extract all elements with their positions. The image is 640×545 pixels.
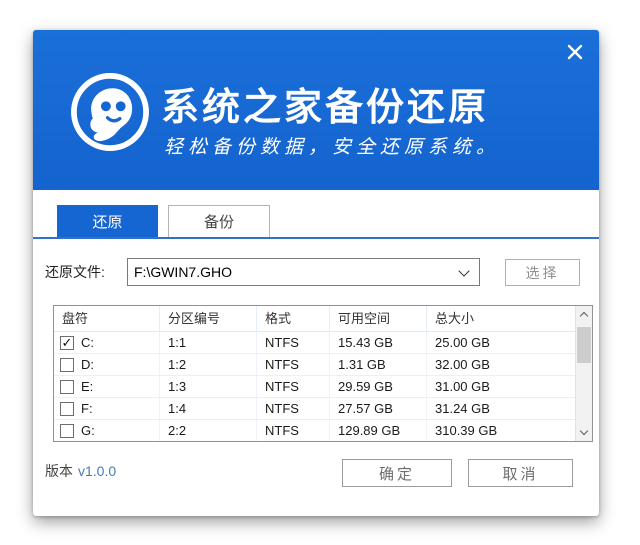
drive-cell: E: [54,376,160,397]
total-size-cell: 310.39 GB [427,420,555,441]
select-file-button[interactable]: 选择 [505,259,580,286]
tab-backup[interactable]: 备份 [168,205,270,237]
partition-table: 盘符 分区编号 格式 可用空间 总大小 ✓C:1:1NTFS15.43 GB25… [53,305,593,442]
drive-letter: F: [81,398,93,419]
format-cell: NTFS [257,398,330,419]
table-row[interactable]: D: 1:2NTFS1.31 GB32.00 GB [54,354,575,376]
table-row[interactable]: G: 2:2NTFS129.89 GB310.39 GB [54,420,575,441]
scroll-down-icon[interactable] [576,424,592,441]
app-title: 系统之家备份还原 [161,76,489,131]
ghost-logo-icon [69,71,151,153]
table-row[interactable]: F: 1:4NTFS27.57 GB31.24 GB [54,398,575,420]
format-cell: NTFS [257,376,330,397]
column-header-total: 总大小 [427,306,555,331]
table-row[interactable]: ✓ C: 1:1NTFS15.43 GB25.00 GB [54,332,575,354]
total-size-cell: 31.00 GB [427,376,555,397]
tab-restore[interactable]: 还原 [57,205,158,237]
format-cell: NTFS [257,420,330,441]
partition-id-cell: 1:4 [160,398,257,419]
drive-cell: F: [54,398,160,419]
drive-checkbox[interactable] [60,358,74,372]
total-size-cell: 32.00 GB [427,354,555,375]
format-cell: NTFS [257,354,330,375]
tab-accent-line [33,237,599,239]
drive-letter: E: [81,376,93,397]
drive-checkbox[interactable] [60,424,74,438]
chevron-down-icon [458,265,469,276]
scrollbar-thumb[interactable] [577,327,591,363]
version-label: 版本 [45,463,73,479]
restore-file-value: F:\GWIN7.GHO [134,259,232,285]
partition-id-cell: 2:2 [160,420,257,441]
drive-checkbox[interactable] [60,402,74,416]
drive-checkbox[interactable]: ✓ [60,336,74,350]
app-header: 系统之家备份还原 轻松备份数据，安全还原系统。 [33,30,599,190]
free-space-cell: 15.43 GB [330,332,427,353]
restore-file-label: 还原文件: [45,258,105,286]
partition-id-cell: 1:2 [160,354,257,375]
column-header-free: 可用空间 [330,306,427,331]
version-value: v1.0.0 [78,463,116,479]
app-subtitle: 轻松备份数据，安全还原系统。 [164,132,500,159]
free-space-cell: 129.89 GB [330,420,427,441]
column-header-drive: 盘符 [54,306,160,331]
partition-id-cell: 1:1 [160,332,257,353]
scroll-up-icon[interactable] [576,306,592,323]
free-space-cell: 27.57 GB [330,398,427,419]
free-space-cell: 29.59 GB [330,376,427,397]
close-icon[interactable] [562,39,588,65]
app-window: 系统之家备份还原 轻松备份数据，安全还原系统。 还原 备份 还原文件: F:\G… [33,30,599,516]
drive-letter: D: [81,354,94,375]
drive-checkbox[interactable] [60,380,74,394]
version-text: 版本 v1.0.0 [45,461,116,481]
drive-letter: G: [81,420,95,441]
drive-cell: ✓ C: [54,332,160,353]
free-space-cell: 1.31 GB [330,354,427,375]
ok-button[interactable]: 确定 [342,459,452,487]
partition-id-cell: 1:3 [160,376,257,397]
cancel-button[interactable]: 取消 [468,459,573,487]
total-size-cell: 25.00 GB [427,332,555,353]
total-size-cell: 31.24 GB [427,398,555,419]
table-row[interactable]: E: 1:3NTFS29.59 GB31.00 GB [54,376,575,398]
drive-cell: D: [54,354,160,375]
table-header-row: 盘符 分区编号 格式 可用空间 总大小 [54,306,575,332]
table-body: ✓C:1:1NTFS15.43 GB25.00 GBD:1:2NTFS1.31 … [54,332,575,441]
restore-file-combobox[interactable]: F:\GWIN7.GHO [127,258,480,286]
table-scrollbar[interactable] [575,306,592,441]
drive-cell: G: [54,420,160,441]
column-header-format: 格式 [257,306,330,331]
format-cell: NTFS [257,332,330,353]
drive-letter: C: [81,332,94,353]
column-header-partition: 分区编号 [160,306,257,331]
